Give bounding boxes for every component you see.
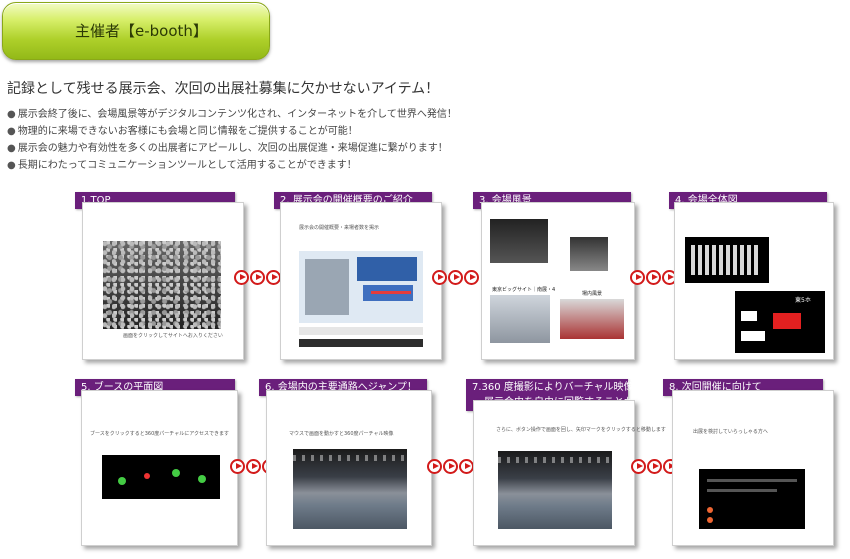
play-arrow-icon	[250, 270, 265, 285]
crowd-photo	[103, 241, 221, 329]
hall-photo	[490, 219, 548, 263]
hall-aisle-photo	[293, 449, 407, 529]
360-panorama-photo	[498, 451, 612, 529]
step-arrows-7	[631, 459, 678, 474]
step-arrows-6	[427, 459, 474, 474]
step-8-caption: 出展を検討していらっしゃる方へ	[693, 429, 768, 435]
step-4-card: 東5ホ	[674, 202, 834, 360]
step-6-card: マウスで画面を動かすと360度パーチャル映像	[266, 390, 432, 546]
photo-label-2: 場内風景	[582, 291, 603, 297]
list-item: ● 展示会終了後に、会場風景等がデジタルコンテンツ化され、インターネットを介して世…	[7, 109, 457, 120]
play-arrow-icon	[432, 270, 447, 285]
play-arrow-icon	[427, 459, 442, 474]
step-1-card: 画面をクリックしてサイトへお入りください	[82, 202, 244, 360]
play-arrow-icon	[246, 459, 261, 474]
hall-zoom-map: 東5ホ	[735, 291, 825, 353]
step-7-card: さらに、ボタン操作で画面を回し、矢印マークをクリックすると移動します	[473, 400, 666, 546]
play-arrow-icon	[631, 459, 646, 474]
next-event-panel	[699, 469, 805, 529]
booth-floor-plan	[102, 455, 220, 499]
step-arrows-3	[630, 270, 677, 285]
step-7-title-line1: 7.360 度撮影によりバーチャル映像	[472, 382, 634, 393]
step-arrows-1	[234, 270, 281, 285]
photo-label-1: 東京ビッグサイト｜南展・4	[492, 287, 556, 293]
step-8-card: 出展を検討していらっしゃる方へ	[672, 390, 834, 546]
step-6-caption: マウスで画面を動かすと360度パーチャル映像	[289, 431, 394, 437]
step-arrows-2	[432, 270, 479, 285]
interior-photo	[560, 299, 624, 339]
list-item: ● 物理的に来場できないお客様にも会場と同じ情報をご提供することが可能！	[7, 126, 358, 137]
step-2-caption: 展示会の開催概要・来場者数を掲示	[299, 225, 380, 231]
header-title: 主催者【e-booth】	[75, 22, 208, 40]
step-3-card: 東京ビッグサイト｜南展・4 場内風景	[481, 202, 635, 360]
step-2-card: 展示会の開催概要・来場者数を掲示	[280, 202, 442, 360]
feature-list: ● 展示会終了後に、会場風景等がデジタルコンテンツ化され、インターネットを介して世…	[7, 106, 457, 174]
hall-label: 東5ホ	[795, 297, 811, 304]
list-item: ● 長期にわたってコミュニケーションツールとして活用することができます！	[7, 160, 357, 171]
play-arrow-icon	[234, 270, 249, 285]
play-arrow-icon	[646, 270, 661, 285]
venue-map	[299, 251, 423, 323]
floor-map	[685, 237, 769, 283]
step-1-caption: 画面をクリックしてサイトへお入りください	[123, 333, 223, 339]
play-arrow-icon	[448, 270, 463, 285]
play-arrow-icon	[630, 270, 645, 285]
step-5-caption: ブースをクリックすると360度パーチャルにアクセスできます	[90, 431, 229, 437]
step-7-caption: さらに、ボタン操作で画面を回し、矢印マークをクリックすると移動します	[496, 427, 666, 433]
play-arrow-icon	[230, 459, 245, 474]
step-5-card: ブースをクリックすると360度パーチャルにアクセスできます	[81, 390, 238, 546]
header-banner: 主催者【e-booth】	[2, 2, 270, 60]
play-arrow-icon	[647, 459, 662, 474]
booth-photo	[570, 237, 608, 271]
play-arrow-icon	[443, 459, 458, 474]
play-arrow-icon	[464, 270, 479, 285]
play-arrow-icon	[266, 270, 281, 285]
visitors-photo	[490, 295, 550, 343]
play-arrow-icon	[459, 459, 474, 474]
page-headline: 記録として残せる展示会、次回の出展社募集に欠かせないアイテム！	[7, 81, 440, 97]
list-item: ● 展示会の魅力や有効性を多くの出展者にアピールし、次回の出展促進・来場促進に繋が…	[7, 143, 448, 154]
